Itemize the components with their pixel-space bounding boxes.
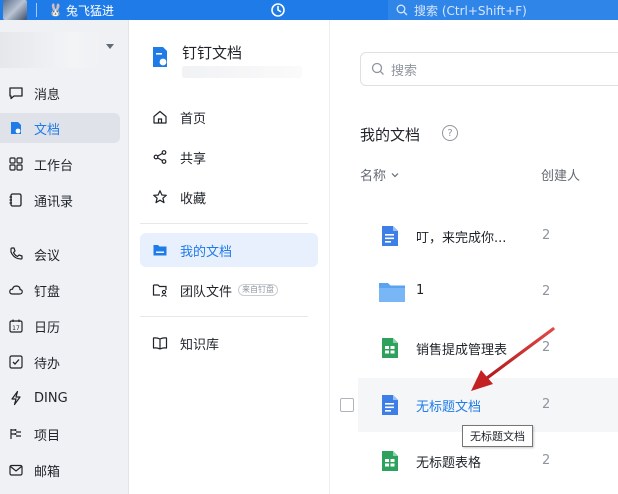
docs-app-subtitle-placeholder [182, 66, 302, 78]
nav-item-todo[interactable]: 待办 [0, 347, 120, 377]
message-icon [9, 87, 23, 100]
nav-item-label: 文档 [34, 122, 61, 138]
nav-item-mail[interactable]: 邮箱 [0, 455, 120, 485]
nav-item-label: 工作台 [34, 158, 74, 174]
docs-nav-knowledge-base[interactable]: 知识库 [140, 326, 318, 360]
docs-nav-team-files[interactable]: 团队文件 来自钉盘 [140, 273, 318, 307]
user-status[interactable]: 🐰 兔飞猛进 [48, 1, 114, 19]
nav-item-label: 项目 [34, 428, 61, 444]
status-text: 兔飞猛进 [65, 3, 114, 18]
main-content: 搜索 我的文档 ? 名称 创建人 叮，来完成你... 2 1 2 销售提成管理表… [331, 20, 618, 494]
docs-nav-label: 首页 [180, 111, 207, 127]
project-icon [10, 429, 21, 439]
nav-item-label: 会议 [34, 248, 61, 264]
docs-nav-my-docs[interactable]: 我的文档 [140, 233, 318, 267]
nav-item-label: 待办 [34, 356, 61, 372]
docs-app-title: 钉钉文档 [182, 44, 243, 62]
docs-icon [11, 122, 21, 134]
todo-icon [9, 355, 23, 369]
folder-icon [153, 245, 167, 256]
docs-nav-label: 我的文档 [180, 244, 233, 260]
nav-item-label: 日历 [34, 320, 61, 336]
docs-sidebar: 钉钉文档 首页 共享 收藏 我的文档 团队文件 来自钉盘 知识库 [130, 20, 330, 494]
mail-icon [9, 464, 23, 476]
docs-nav-shared[interactable]: 共享 [140, 140, 318, 174]
search-icon [396, 4, 408, 16]
docs-nav-favorites[interactable]: 收藏 [140, 180, 318, 214]
nav-item-meeting[interactable]: 会议 [0, 239, 120, 269]
docs-nav-label: 共享 [180, 151, 207, 167]
source-tag: 来自钉盘 [238, 284, 279, 296]
star-icon [153, 190, 167, 204]
svg-text:17: 17 [12, 325, 20, 332]
nav-item-docs[interactable]: 文档 [0, 113, 120, 143]
annotation-arrow-icon [471, 327, 555, 391]
nav-item-project[interactable]: 项目 [0, 419, 120, 449]
history-button[interactable] [268, 0, 288, 20]
history-icon [271, 3, 285, 17]
global-search-placeholder: 搜索 (Ctrl+Shift+F) [414, 3, 527, 18]
cloud-drive-icon [9, 285, 23, 295]
docs-nav-label: 收藏 [180, 191, 207, 207]
calendar-icon: 17 [9, 319, 23, 333]
book-icon [152, 337, 168, 350]
nav-item-messages[interactable]: 消息 [0, 78, 120, 108]
nav-item-ding[interactable]: DING [0, 383, 120, 413]
rabbit-icon: 🐰 [48, 3, 63, 17]
global-search-input[interactable]: 搜索 (Ctrl+Shift+F) [388, 0, 618, 20]
share-icon [153, 150, 167, 164]
nav-item-calendar[interactable]: 17 日历 [0, 311, 120, 341]
workbench-icon [9, 157, 23, 171]
nav-item-label: 邮箱 [34, 464, 61, 480]
divider [140, 316, 308, 317]
nav-item-workbench[interactable]: 工作台 [0, 149, 120, 179]
topbar-divider [36, 3, 37, 17]
home-icon [153, 110, 167, 124]
nav-item-label: 消息 [34, 87, 61, 103]
left-nav: 消息 文档 工作台 通讯录 会议 钉盘 17 日历 待办 DING 项目 邮箱 [0, 20, 129, 494]
docs-nav-home[interactable]: 首页 [140, 100, 318, 134]
team-folder-icon [152, 284, 167, 297]
chevron-down-icon[interactable] [106, 44, 114, 49]
nav-item-label: 钉盘 [34, 284, 61, 300]
top-bar: 🐰 兔飞猛进 搜索 (Ctrl+Shift+F) [0, 0, 618, 20]
meeting-icon [10, 247, 23, 260]
dingtalk-docs-logo-icon [153, 47, 167, 67]
ding-icon [11, 390, 21, 406]
nav-item-contacts[interactable]: 通讯录 [0, 185, 120, 215]
docs-nav-label: 知识库 [180, 337, 220, 353]
divider [140, 223, 308, 224]
nav-item-drive[interactable]: 钉盘 [0, 275, 120, 305]
user-avatar[interactable] [3, 0, 27, 20]
contacts-icon [9, 193, 22, 207]
docs-nav-label: 团队文件 [180, 284, 233, 300]
nav-item-label: 通讯录 [34, 194, 74, 210]
organization-switcher[interactable] [0, 32, 102, 68]
nav-item-label: DING [34, 390, 68, 406]
